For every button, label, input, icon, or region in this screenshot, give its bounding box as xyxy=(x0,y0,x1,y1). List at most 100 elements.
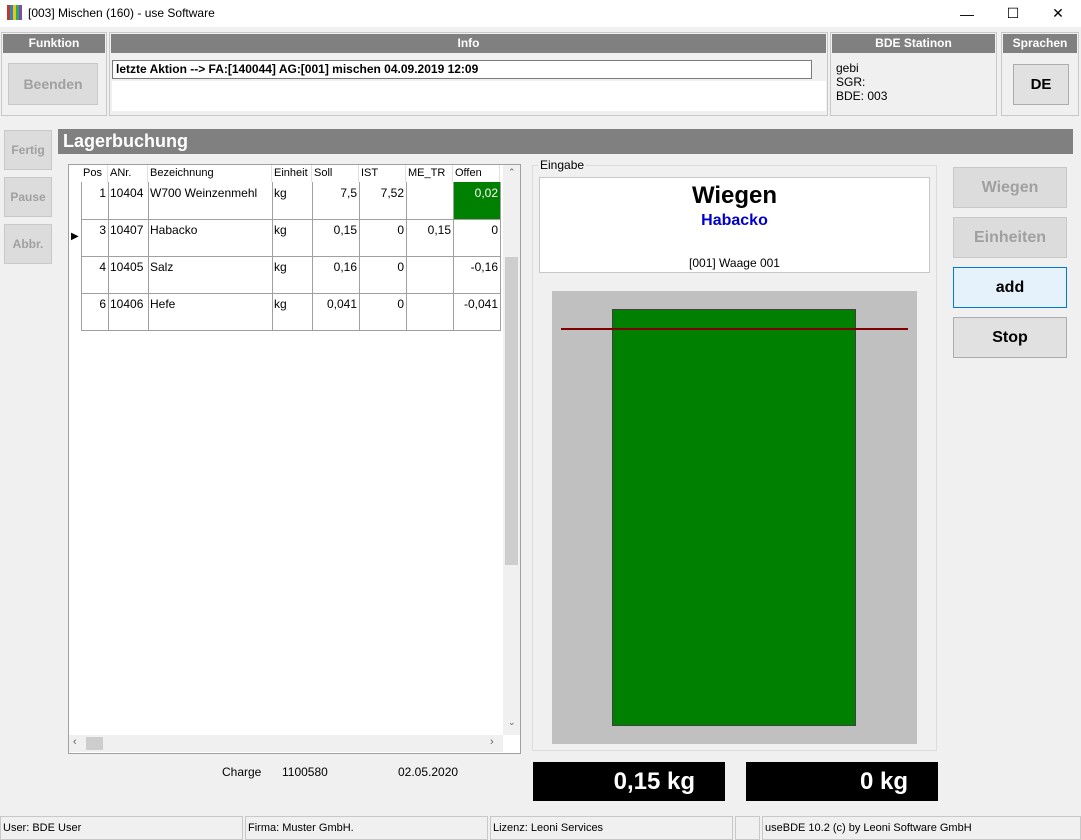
scroll-thumb[interactable] xyxy=(505,257,518,565)
weight-readout-right: 0 kg xyxy=(746,762,938,801)
station-line: BDE: 003 xyxy=(836,89,888,103)
row-selector-icon: ▶ xyxy=(71,231,79,242)
close-icon[interactable]: ✕ xyxy=(1035,0,1081,27)
column-header[interactable]: IST xyxy=(359,165,406,182)
stock-table: Pos ANr. Bezeichnung Einheit Soll IST ME… xyxy=(68,164,521,754)
weigh-item: Habacko xyxy=(701,212,768,229)
table-cell-bez[interactable]: W700 Weinzenmehl xyxy=(148,182,272,219)
abbr-button[interactable]: Abbr. xyxy=(4,224,52,264)
table-cell-anr[interactable]: 10404 xyxy=(108,182,148,219)
status-user: User: BDE User xyxy=(0,816,243,840)
vertical-scrollbar[interactable]: ⌃ ⌄ xyxy=(503,165,520,735)
funktion-header: Funktion xyxy=(3,34,105,53)
target-line xyxy=(561,328,908,330)
table-cell-einheit[interactable]: kg xyxy=(272,182,312,219)
table-cell-pos[interactable]: 3 xyxy=(81,219,108,256)
column-divider xyxy=(406,182,407,330)
column-divider xyxy=(81,182,82,330)
table-cell-bez[interactable]: Habacko xyxy=(148,219,272,256)
column-divider xyxy=(148,182,149,330)
column-header[interactable]: Offen xyxy=(453,165,500,182)
add-button[interactable]: add xyxy=(953,267,1067,308)
app-grid-icon xyxy=(7,5,22,20)
title-bar: [003] Mischen (160) - use Software — ☐ ✕ xyxy=(0,0,1081,27)
table-cell-einheit[interactable]: kg xyxy=(272,293,312,330)
weigh-info-box: Wiegen Habacko [001] Waage 001 xyxy=(539,177,930,273)
table-cell-metr[interactable] xyxy=(406,182,453,219)
stop-button[interactable]: Stop xyxy=(953,317,1067,358)
table-cell-soll[interactable]: 0,15 xyxy=(312,219,359,256)
hscroll-thumb[interactable] xyxy=(86,737,103,750)
table-cell-ist[interactable]: 0 xyxy=(359,293,406,330)
column-header[interactable]: Soll xyxy=(312,165,359,182)
status-firma: Firma: Muster GmbH. xyxy=(245,816,488,840)
minimize-icon[interactable]: — xyxy=(944,0,990,27)
status-bar: User: BDE User Firma: Muster GmbH. Lizen… xyxy=(0,816,1081,840)
scroll-right-icon[interactable]: › xyxy=(490,736,494,748)
scroll-left-icon[interactable]: ‹ xyxy=(73,736,77,748)
table-cell-offen[interactable]: -0,041 xyxy=(453,293,500,330)
column-header[interactable]: Pos xyxy=(81,165,108,182)
table-cell-anr[interactable]: 10405 xyxy=(108,256,148,293)
station-line: SGR: xyxy=(836,75,866,89)
scale-gauge xyxy=(552,291,917,744)
table-cell-offen[interactable]: 0,02 xyxy=(453,182,500,219)
info-area xyxy=(112,81,826,111)
scale-name: [001] Waage 001 xyxy=(689,256,780,270)
info-header: Info xyxy=(111,34,826,53)
column-header[interactable]: Einheit xyxy=(272,165,312,182)
einheiten-button[interactable]: Einheiten xyxy=(953,217,1067,258)
table-cell-bez[interactable]: Hefe xyxy=(148,293,272,330)
table-cell-anr[interactable]: 10406 xyxy=(108,293,148,330)
table-cell-pos[interactable]: 6 xyxy=(81,293,108,330)
table-cell-soll[interactable]: 7,5 xyxy=(312,182,359,219)
horizontal-scrollbar[interactable]: ‹ › xyxy=(69,735,503,752)
table-cell-pos[interactable]: 1 xyxy=(81,182,108,219)
info-message: letzte Aktion --> FA:[140044] AG:[001] m… xyxy=(112,60,812,79)
charge-label: Charge xyxy=(222,765,262,779)
status-lizenz: Lizenz: Leoni Services xyxy=(490,816,733,840)
table-cell-metr[interactable] xyxy=(406,293,453,330)
table-cell-anr[interactable]: 10407 xyxy=(108,219,148,256)
table-cell-einheit[interactable]: kg xyxy=(272,256,312,293)
column-divider xyxy=(453,182,454,330)
eingabe-label: Eingabe xyxy=(538,158,587,172)
scroll-up-icon[interactable]: ⌃ xyxy=(508,167,516,178)
scroll-down-icon[interactable]: ⌄ xyxy=(508,717,516,728)
fill-bar xyxy=(612,309,856,726)
sprachen-header: Sprachen xyxy=(1003,34,1077,53)
table-cell-offen[interactable]: -0,16 xyxy=(453,256,500,293)
column-divider xyxy=(108,182,109,330)
table-cell-offen[interactable]: 0 xyxy=(453,219,500,256)
table-cell-ist[interactable]: 0 xyxy=(359,219,406,256)
table-cell-pos[interactable]: 4 xyxy=(81,256,108,293)
maximize-icon[interactable]: ☐ xyxy=(990,0,1036,27)
language-button[interactable]: DE xyxy=(1013,64,1069,105)
wiegen-button[interactable]: Wiegen xyxy=(953,167,1067,208)
beenden-button[interactable]: Beenden xyxy=(8,63,98,105)
column-divider xyxy=(359,182,360,330)
column-divider xyxy=(312,182,313,330)
column-divider xyxy=(272,182,273,330)
table-cell-ist[interactable]: 0 xyxy=(359,256,406,293)
table-cell-ist[interactable]: 7,52 xyxy=(359,182,406,219)
table-cell-einheit[interactable]: kg xyxy=(272,219,312,256)
station-header: BDE Statinon xyxy=(832,34,995,53)
column-divider xyxy=(500,182,501,330)
column-header[interactable]: Bezeichnung xyxy=(148,165,272,182)
table-cell-metr[interactable] xyxy=(406,256,453,293)
sprachen-panel: Sprachen DE xyxy=(1001,32,1079,116)
table-cell-metr[interactable]: 0,15 xyxy=(406,219,453,256)
funktion-panel: Funktion Beenden xyxy=(1,32,107,116)
table-cell-soll[interactable]: 0,041 xyxy=(312,293,359,330)
column-header[interactable]: ME_TR xyxy=(406,165,453,182)
station-info: gebi SGR: BDE: 003 xyxy=(836,61,887,103)
table-cell-bez[interactable]: Salz xyxy=(148,256,272,293)
column-header[interactable]: ANr. xyxy=(108,165,148,182)
fertig-button[interactable]: Fertig xyxy=(4,130,52,170)
pause-button[interactable]: Pause xyxy=(4,177,52,217)
status-empty xyxy=(735,816,760,840)
status-version: useBDE 10.2 (c) by Leoni Software GmbH xyxy=(762,816,1081,840)
table-cell-soll[interactable]: 0,16 xyxy=(312,256,359,293)
weigh-title: Wiegen xyxy=(691,182,778,209)
